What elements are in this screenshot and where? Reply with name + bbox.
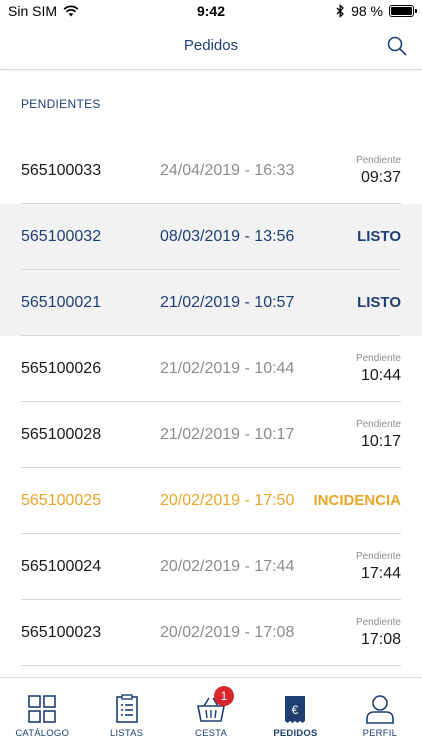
carrier-label: Sin SIM bbox=[8, 3, 58, 19]
svg-text:€: € bbox=[292, 703, 299, 717]
order-number: 565100033 bbox=[21, 162, 102, 179]
order-row[interactable]: 565100028 21/02/2019 - 10:17 Pendiente 10:1… bbox=[0, 402, 422, 468]
order-date: 24/04/2019 - 16:33 bbox=[160, 162, 295, 179]
status-label: Pendiente bbox=[355, 353, 401, 364]
order-date: 20/02/2019 - 17:08 bbox=[160, 624, 295, 641]
order-number: 565100021 bbox=[21, 294, 102, 311]
order-date: 21/02/2019 - 10:44 bbox=[160, 360, 295, 377]
orders-list: 565100033 24/04/2019 - 16:33 Pendiente 09:3… bbox=[0, 138, 422, 666]
tab-catalog[interactable]: CATÁLOGO bbox=[0, 678, 84, 750]
bluetooth-icon bbox=[336, 4, 345, 18]
tab-profile[interactable]: PERFIL bbox=[338, 678, 422, 750]
order-row[interactable]: 565100023 20/02/2019 - 17:08 Pendiente 17:0… bbox=[0, 600, 422, 666]
status-time: 09:37 bbox=[360, 169, 401, 186]
tab-lists[interactable]: LISTAS bbox=[84, 678, 168, 750]
user-icon bbox=[366, 695, 394, 724]
order-number: 565100024 bbox=[21, 558, 102, 575]
order-row[interactable]: 565100024 20/02/2019 - 17:44 Pendiente 17:4… bbox=[0, 534, 422, 600]
order-date: 21/02/2019 - 10:57 bbox=[160, 294, 295, 311]
navigation-bar: Pedidos bbox=[0, 22, 422, 70]
order-row[interactable]: 565100026 21/02/2019 - 10:44 Pendiente 10:4… bbox=[0, 336, 422, 402]
status-label: Pendiente bbox=[355, 419, 401, 430]
status-label: Pendiente bbox=[355, 617, 401, 628]
status-bar-left: Sin SIM bbox=[8, 3, 79, 19]
order-row[interactable]: 565100025 20/02/2019 - 17:50 INCIDENCIA bbox=[0, 468, 422, 534]
status-time: 10:17 bbox=[360, 433, 401, 450]
euro-receipt-icon: € bbox=[285, 696, 306, 723]
order-row[interactable]: 565100033 24/04/2019 - 16:33 Pendiente 09:3… bbox=[0, 138, 422, 204]
catalog-grid-icon bbox=[28, 695, 57, 723]
page-title: Pedidos bbox=[183, 37, 239, 54]
wifi-icon bbox=[63, 5, 79, 17]
order-number: 565100026 bbox=[21, 360, 102, 377]
order-number: 565100028 bbox=[21, 426, 102, 443]
order-status: INCIDENCIA bbox=[313, 492, 401, 510]
battery-icon bbox=[389, 5, 417, 17]
tab-label: LISTAS bbox=[109, 728, 144, 739]
status-label: Pendiente bbox=[355, 551, 401, 562]
search-icon[interactable] bbox=[386, 35, 408, 57]
order-number: 565100025 bbox=[21, 492, 102, 509]
basket-count-badge: 1 bbox=[214, 686, 235, 706]
order-status: Pendiente 09:37 bbox=[356, 155, 401, 187]
order-status: Pendiente 10:17 bbox=[356, 419, 401, 451]
order-date: 08/03/2019 - 13:56 bbox=[160, 228, 295, 245]
order-number: 565100023 bbox=[21, 624, 102, 641]
order-status: LISTO bbox=[357, 294, 401, 312]
tab-label: PERFIL bbox=[362, 728, 398, 739]
list-clipboard-icon bbox=[115, 694, 138, 723]
status-bar: Sin SIM 9:42 98 % bbox=[0, 0, 422, 22]
status-badge: LISTO bbox=[357, 228, 401, 245]
status-badge: INCIDENCIA bbox=[313, 492, 401, 509]
order-row[interactable]: 565100032 08/03/2019 - 13:56 LISTO bbox=[0, 204, 422, 270]
order-date: 21/02/2019 - 10:17 bbox=[160, 426, 295, 443]
tab-basket[interactable]: 1 CESTA bbox=[169, 678, 253, 750]
tab-bar: CATÁLOGO LISTAS 1 CESTA € PEDIDOS PERFIL bbox=[0, 677, 422, 750]
status-badge: LISTO bbox=[357, 294, 401, 311]
order-number: 565100032 bbox=[21, 228, 102, 245]
order-row[interactable]: 565100021 21/02/2019 - 10:57 LISTO bbox=[0, 270, 422, 336]
order-status: Pendiente 10:44 bbox=[356, 353, 401, 385]
section-title: PENDIENTES bbox=[21, 97, 101, 111]
order-status: LISTO bbox=[357, 228, 401, 246]
status-bar-right: 98 % bbox=[336, 3, 417, 19]
status-label: Pendiente bbox=[355, 155, 401, 166]
status-time: 17:44 bbox=[360, 565, 401, 582]
order-status: Pendiente 17:08 bbox=[356, 617, 401, 649]
order-date: 20/02/2019 - 17:44 bbox=[160, 558, 295, 575]
tab-orders[interactable]: € PEDIDOS bbox=[253, 678, 337, 750]
tab-label: PEDIDOS bbox=[273, 728, 318, 739]
order-status: Pendiente 17:44 bbox=[356, 551, 401, 583]
status-time: 17:08 bbox=[360, 631, 401, 648]
order-date: 20/02/2019 - 17:50 bbox=[160, 492, 295, 509]
battery-percent: 98 % bbox=[351, 3, 383, 19]
status-time: 10:44 bbox=[360, 367, 401, 384]
tab-label: CESTA bbox=[195, 728, 227, 739]
tab-label: CATÁLOGO bbox=[15, 728, 70, 739]
battery-level bbox=[391, 7, 412, 15]
